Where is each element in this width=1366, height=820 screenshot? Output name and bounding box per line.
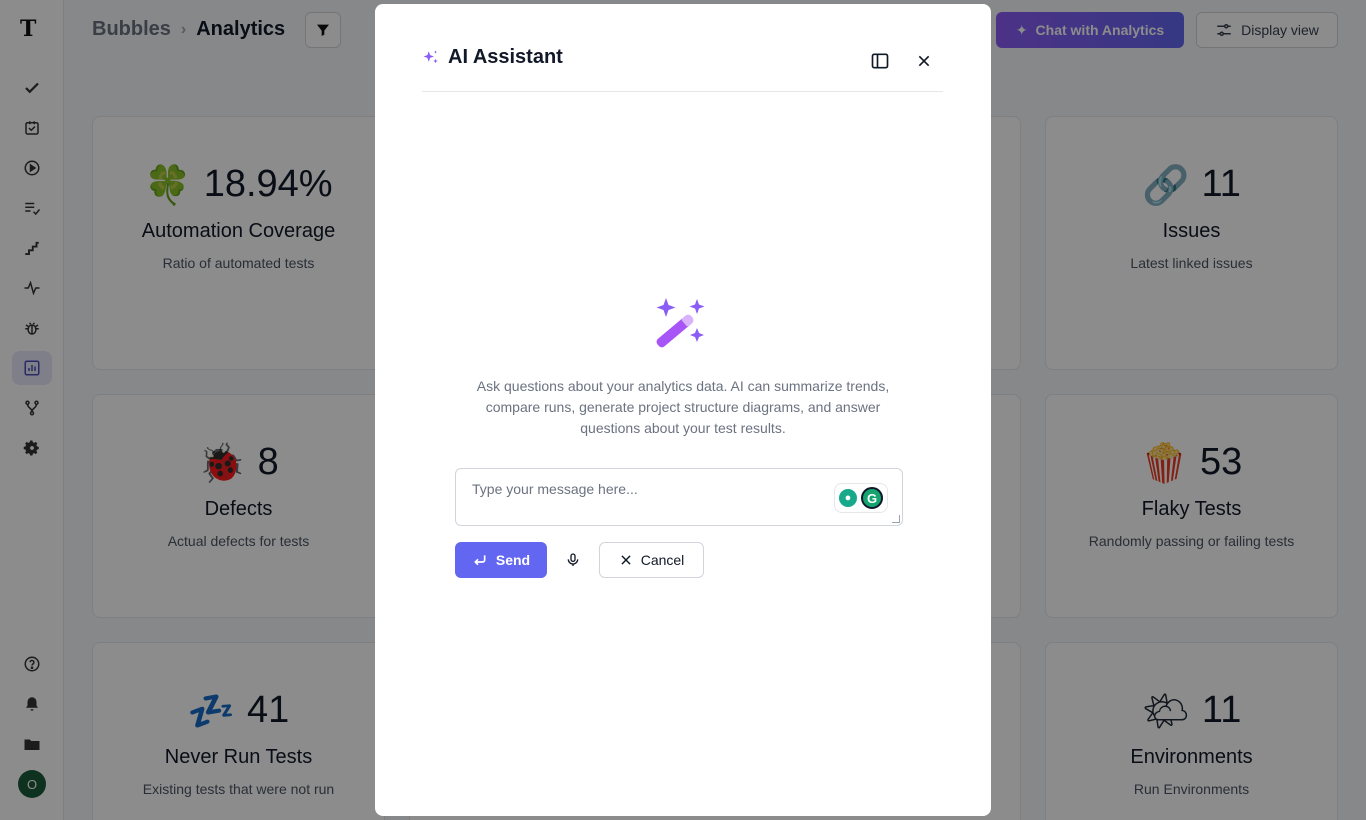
enter-icon [474, 555, 486, 566]
modal-description: Ask questions about your analytics data.… [476, 378, 890, 436]
cancel-button[interactable]: Cancel [599, 542, 704, 578]
microphone-button[interactable] [561, 548, 585, 572]
sparkle-icon [422, 49, 440, 72]
sidebar-panel-icon[interactable] [869, 50, 891, 72]
close-icon[interactable] [913, 50, 935, 72]
resize-handle[interactable] [892, 515, 900, 523]
message-placeholder: Type your message here... [472, 481, 638, 497]
lightbulb-icon: ● [839, 489, 857, 507]
send-button[interactable]: Send [455, 542, 547, 578]
modal-header: AI Assistant [422, 46, 943, 92]
microphone-icon [567, 553, 579, 566]
close-icon [621, 555, 631, 565]
send-label: Send [495, 552, 531, 568]
modal-title: AI Assistant [448, 46, 563, 68]
ai-assistant-modal: AI Assistant Ask questions about your an… [375, 4, 991, 816]
magic-wand-icon [656, 298, 705, 348]
grammarly-widget[interactable]: ● G [834, 483, 888, 513]
cancel-label: Cancel [640, 552, 685, 568]
grammarly-icon: G [861, 487, 883, 509]
message-input[interactable]: Type your message here... ● G [455, 468, 903, 526]
